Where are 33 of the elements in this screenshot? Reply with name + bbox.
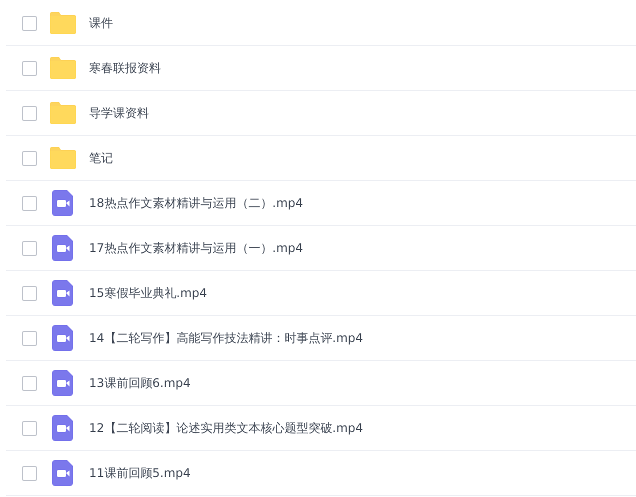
file-name[interactable]: 寒春联报资料 bbox=[89, 60, 161, 76]
file-name[interactable]: 导学课资料 bbox=[89, 104, 149, 122]
video-file-icon bbox=[50, 280, 76, 306]
video-file-icon bbox=[50, 235, 76, 261]
checkbox[interactable] bbox=[22, 420, 37, 436]
checkbox[interactable] bbox=[22, 240, 37, 256]
file-name[interactable]: 18热点作文素材精讲与运用（二）.mp4 bbox=[89, 194, 304, 212]
checkbox[interactable] bbox=[22, 16, 37, 30]
file-name[interactable]: 11课前回顾5.mp4 bbox=[89, 464, 191, 482]
file-name[interactable]: 笔记 bbox=[89, 150, 113, 166]
file-name[interactable]: 17热点作文素材精讲与运用（一）.mp4 bbox=[89, 240, 304, 256]
checkbox[interactable] bbox=[22, 286, 37, 300]
folder-icon bbox=[50, 57, 76, 79]
checkbox[interactable] bbox=[22, 466, 37, 480]
file-name[interactable]: 13课前回顾6.mp4 bbox=[89, 374, 191, 392]
checkbox[interactable] bbox=[22, 150, 37, 166]
checkbox[interactable] bbox=[22, 330, 37, 346]
folder-icon bbox=[50, 147, 76, 169]
checkbox[interactable] bbox=[22, 106, 37, 120]
checkbox[interactable] bbox=[22, 60, 37, 76]
file-name[interactable]: 14【二轮写作】高能写作技法精讲：时事点评.mp4 bbox=[89, 330, 364, 346]
folder-icon bbox=[50, 12, 76, 34]
checkbox[interactable] bbox=[22, 376, 37, 390]
video-file-icon bbox=[50, 460, 76, 486]
video-file-icon bbox=[50, 190, 76, 216]
file-name[interactable]: 15寒假毕业典礼.mp4 bbox=[89, 284, 208, 302]
video-file-icon bbox=[50, 370, 76, 396]
checkbox[interactable] bbox=[22, 196, 37, 210]
video-file-icon bbox=[50, 325, 76, 351]
folder-icon bbox=[50, 102, 76, 124]
video-file-icon bbox=[50, 415, 76, 441]
file-name[interactable]: 12【二轮阅读】论述实用类文本核心题型突破.mp4 bbox=[89, 420, 364, 436]
file-name[interactable]: 课件 bbox=[89, 14, 113, 32]
